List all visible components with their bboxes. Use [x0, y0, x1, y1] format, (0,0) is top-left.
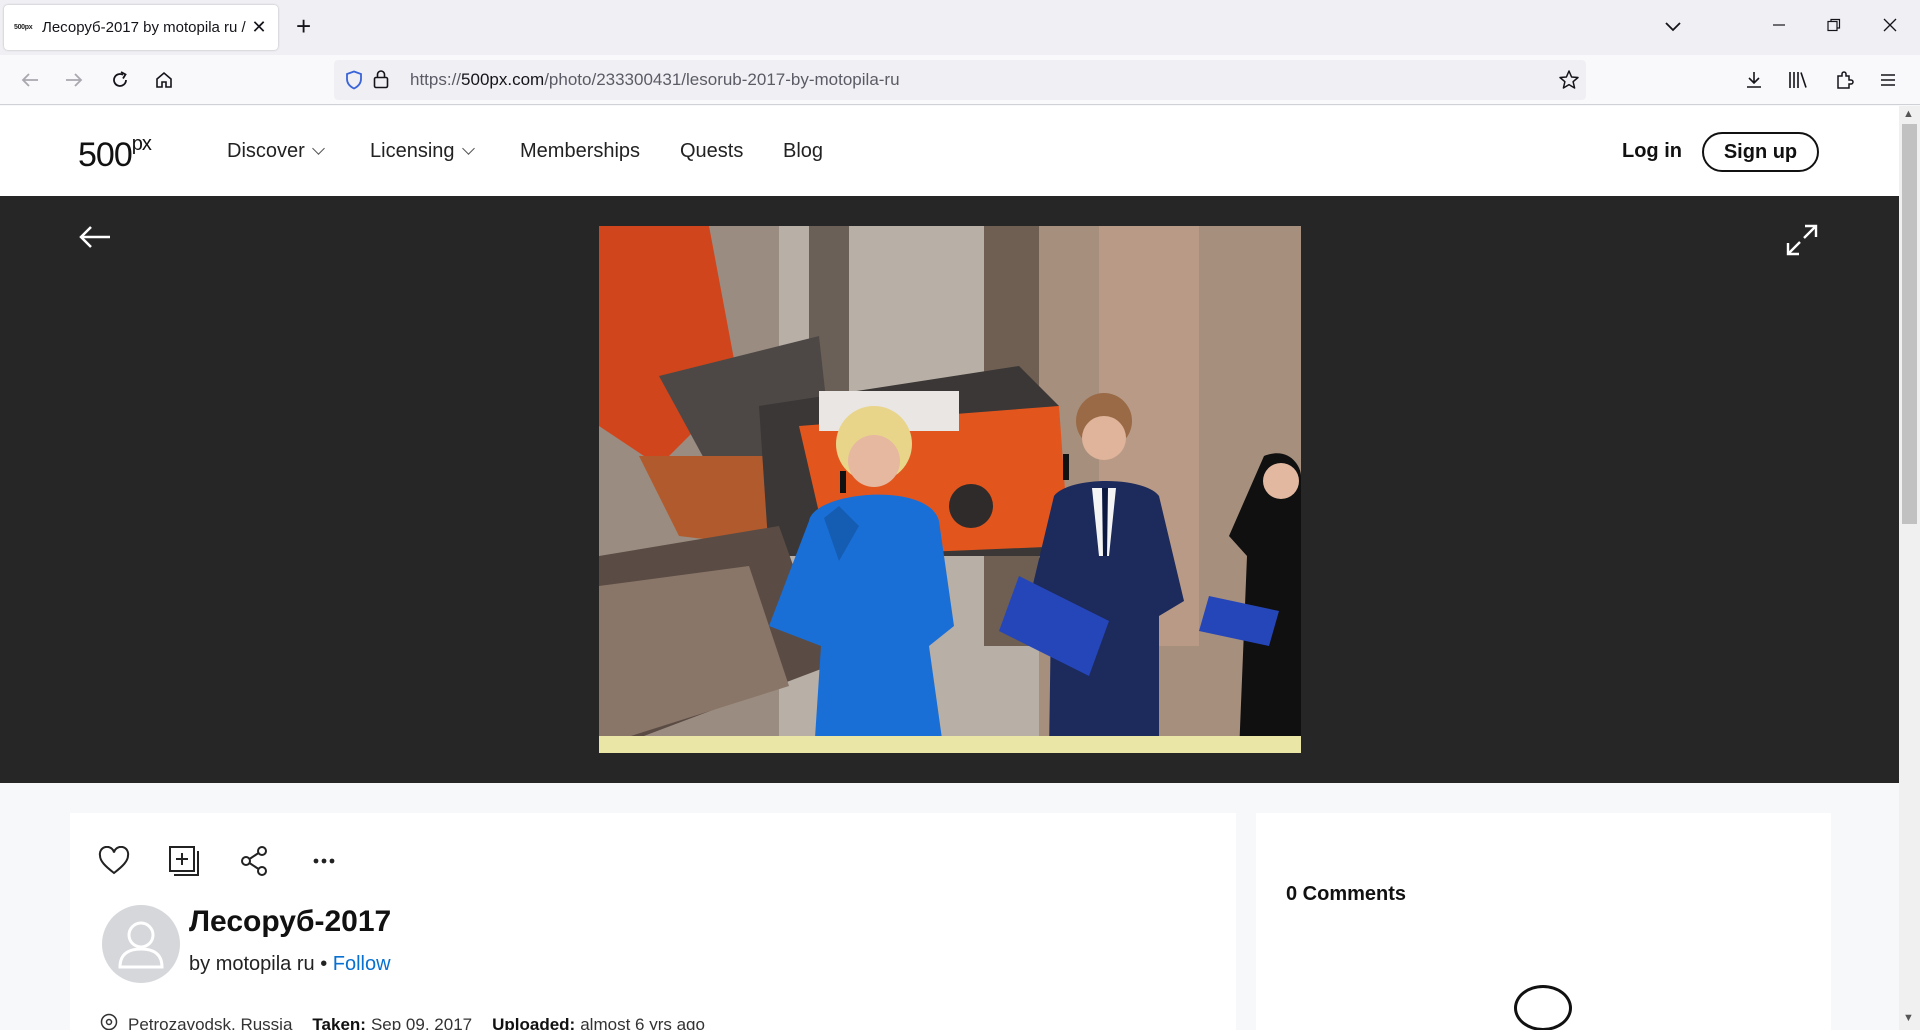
downloads-icon[interactable] [1738, 64, 1770, 96]
share-icon[interactable] [236, 843, 272, 879]
nav-memberships[interactable]: Memberships [520, 140, 640, 163]
nav-quests[interactable]: Quests [680, 140, 743, 163]
comment-bubble-icon [1514, 985, 1572, 1030]
restore-icon[interactable] [1827, 12, 1841, 40]
bookmark-star-icon[interactable] [1558, 69, 1580, 96]
back-icon[interactable] [14, 64, 46, 96]
add-to-gallery-icon[interactable] [166, 843, 202, 879]
page-scrollbar[interactable]: ▲ ▼ [1899, 106, 1920, 1030]
taken-date: Sep 09, 2017 [370, 1014, 473, 1030]
browser-tab-bar: 500px Лесоруб-2017 by motopila ru / 500p… [0, 0, 1920, 55]
photo-title: Лесоруб-2017 [189, 905, 392, 938]
browser-nav-bar: https://500px.com/photo/233300431/lesoru… [0, 55, 1920, 105]
byline-prefix: by [189, 953, 211, 975]
site-logo[interactable]: 500px [78, 132, 152, 175]
scroll-up-icon[interactable]: ▲ [1903, 108, 1914, 120]
chevron-down-icon [461, 142, 475, 155]
url-host: 500px.com [461, 70, 545, 89]
signup-button[interactable]: Sign up [1702, 132, 1819, 172]
url-text[interactable]: https://500px.com/photo/233300431/lesoru… [410, 70, 900, 90]
location-pin-icon [100, 1013, 118, 1030]
nav-discover[interactable]: Discover [227, 140, 325, 163]
home-icon[interactable] [148, 64, 180, 96]
site-header: 500px Discover Licensing Memberships Que… [0, 106, 1899, 196]
photo-viewer [0, 196, 1899, 783]
uploaded-label: Uploaded: [492, 1014, 576, 1030]
uploaded-date: almost 6 yrs ago [580, 1014, 705, 1030]
browser-tab[interactable]: 500px Лесоруб-2017 by motopila ru / 500p… [4, 5, 278, 50]
tab-favicon: 500px [14, 24, 33, 31]
avatar[interactable] [102, 905, 180, 983]
author-name[interactable]: motopila ru [216, 953, 315, 975]
url-path: /photo/233300431/lesorub-2017-by-motopil… [544, 70, 900, 89]
app-menu-icon[interactable] [1872, 64, 1904, 96]
chevron-down-icon [311, 142, 325, 155]
url-prefix: https:// [410, 70, 462, 89]
tab-title: Лесоруб-2017 by motopila ru / 500px [42, 19, 250, 36]
logo-text: 500 [78, 136, 133, 174]
comments-count: 0 Comments [1286, 883, 1407, 905]
new-tab-button[interactable]: + [296, 12, 311, 40]
comments-card: 0 Comments [1256, 813, 1831, 1030]
logo-sup: px [131, 132, 152, 155]
tab-close-icon[interactable]: ✕ [250, 17, 268, 38]
main-photo[interactable] [599, 226, 1301, 753]
photo-image [599, 226, 1301, 753]
forward-icon[interactable] [58, 64, 90, 96]
nav-blog[interactable]: Blog [783, 140, 823, 163]
fullscreen-expand-icon[interactable] [1786, 224, 1818, 261]
follow-link[interactable]: Follow [333, 953, 391, 975]
library-icon[interactable] [1782, 64, 1814, 96]
photo-info-card: Лесоруб-2017 by motopila ru • Follow Pet… [70, 813, 1236, 1030]
extensions-icon[interactable] [1828, 64, 1860, 96]
lock-icon[interactable] [372, 69, 390, 94]
byline-separator: • [320, 953, 328, 975]
nav-discover-label: Discover [227, 140, 305, 162]
user-placeholder-icon [118, 921, 164, 969]
nav-licensing-label: Licensing [370, 140, 455, 162]
like-heart-icon[interactable] [96, 843, 132, 879]
list-all-tabs-chevron-icon[interactable] [1664, 12, 1682, 40]
url-bar[interactable]: https://500px.com/photo/233300431/lesoru… [334, 60, 1586, 100]
reload-icon[interactable] [104, 64, 136, 96]
scroll-thumb[interactable] [1902, 124, 1917, 524]
shield-icon[interactable] [344, 70, 364, 95]
taken-label: Taken: [312, 1014, 366, 1030]
minimize-icon[interactable] [1772, 12, 1786, 40]
close-window-icon[interactable] [1883, 12, 1897, 40]
scroll-down-icon[interactable]: ▼ [1903, 1012, 1914, 1024]
photo-location[interactable]: Petrozavodsk, Russia [128, 1015, 292, 1030]
photo-byline: by motopila ru • Follow [189, 953, 391, 976]
nav-licensing[interactable]: Licensing [370, 140, 475, 163]
more-options-icon[interactable] [306, 843, 342, 879]
photo-meta: Petrozavodsk, Russia Taken: Sep 09, 2017… [100, 1013, 705, 1030]
login-link[interactable]: Log in [1622, 140, 1682, 163]
back-arrow-icon[interactable] [78, 224, 112, 255]
